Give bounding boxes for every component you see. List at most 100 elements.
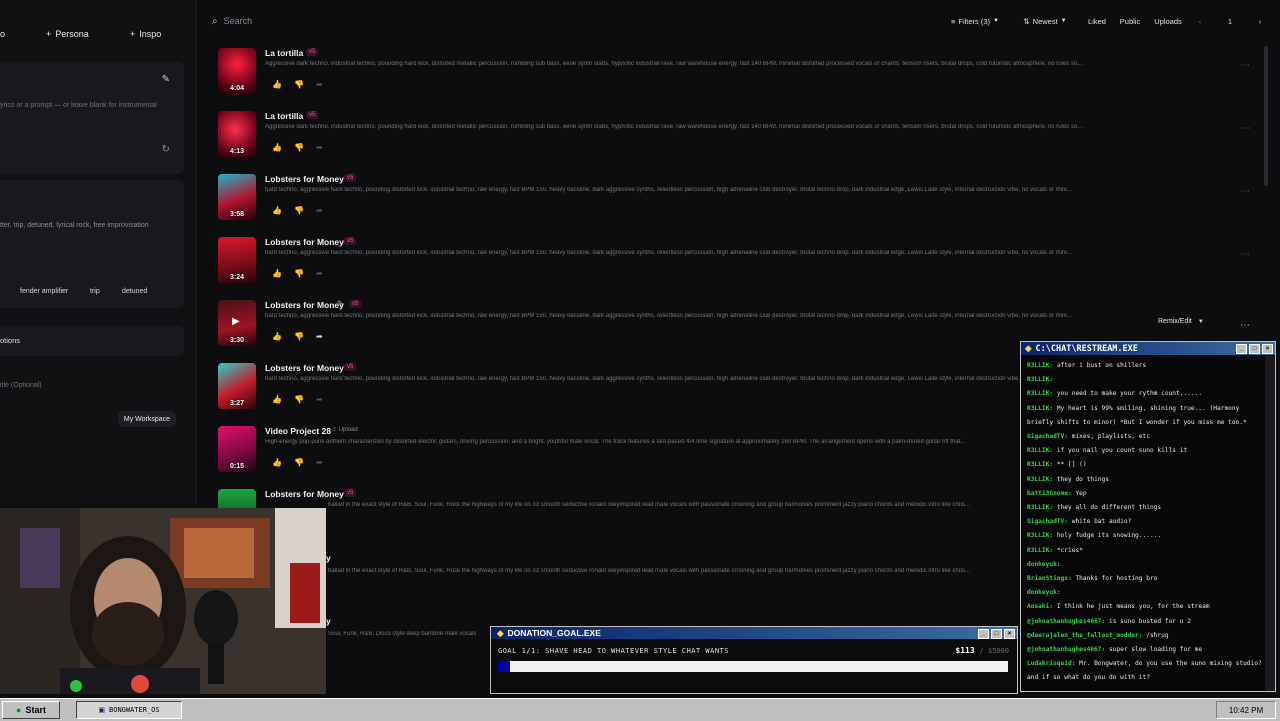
donation-title-bar[interactable]: ◆ DONATION_GOAL.EXE _ □ ×: [491, 627, 1017, 639]
chat-message: R3LLIK:: [1027, 373, 1261, 387]
workspace-select[interactable]: My Workspace: [118, 411, 176, 427]
song-title[interactable]: Video Project 28: [265, 426, 331, 436]
song-cover[interactable]: ▶ 3:30: [218, 300, 256, 346]
goal-progress-fill: [498, 661, 510, 672]
magic-wand-icon[interactable]: ✎: [162, 74, 170, 85]
thumbs-down-icon[interactable]: 👎: [294, 143, 304, 152]
thumbs-up-icon[interactable]: 👍: [272, 143, 282, 152]
minimize-icon[interactable]: _: [978, 629, 989, 639]
chat-username: R3LLIK:: [1027, 376, 1054, 384]
song-cover[interactable]: 3:24: [218, 237, 256, 283]
lyrics-input[interactable]: yrics or a prompt — or leave blank for i…: [0, 62, 184, 174]
song-title[interactable]: y: [326, 553, 331, 563]
more-options-icon[interactable]: ⋯: [1240, 320, 1250, 331]
more-options-icon[interactable]: ⋯: [1240, 123, 1250, 134]
public-filter[interactable]: Public: [1116, 13, 1144, 29]
more-options-icon[interactable]: ⋯: [1240, 60, 1250, 71]
chat-text: and if so what do you do with it?: [1027, 674, 1150, 682]
song-title[interactable]: Lobsters for Money: [265, 300, 344, 310]
share-icon[interactable]: ➦: [316, 395, 323, 404]
filters-button[interactable]: ≡ Filters (3) ▼: [946, 13, 1004, 29]
refresh-icon[interactable]: ↻: [162, 144, 170, 155]
chip-label: trip: [90, 287, 100, 295]
clock-label: 10:42 PM: [1228, 705, 1264, 715]
song-row[interactable]: 4:04 La tortilla v5 Aggressive dark tech…: [218, 46, 1258, 102]
song-title[interactable]: Lobsters for Money: [265, 363, 344, 373]
thumbs-down-icon[interactable]: 👎: [294, 395, 304, 404]
thumbs-up-icon[interactable]: 👍: [272, 80, 282, 89]
mode-tab-truncated[interactable]: o: [0, 26, 5, 42]
sort-dropdown[interactable]: ⇅ Newest ▼: [1018, 13, 1072, 29]
song-cover[interactable]: 4:04: [218, 48, 256, 94]
song-title[interactable]: La tortilla: [265, 111, 303, 121]
persona-button[interactable]: + Persona: [46, 26, 89, 42]
thumbs-down-icon[interactable]: 👎: [294, 332, 304, 341]
thumbs-up-icon[interactable]: 👍: [272, 332, 282, 341]
share-icon[interactable]: ➦: [316, 206, 323, 215]
thumbs-up-icon[interactable]: 👍: [272, 458, 282, 467]
edit-pencil-icon[interactable]: ✎: [337, 299, 344, 308]
start-label: Start: [25, 705, 46, 715]
song-list-scrollbar[interactable]: [1264, 46, 1268, 186]
thumbs-up-icon[interactable]: 👍: [272, 395, 282, 404]
liked-filter[interactable]: Liked: [1084, 13, 1110, 29]
close-icon[interactable]: ×: [1004, 629, 1015, 639]
song-title[interactable]: La tortilla: [265, 48, 303, 58]
thumbs-up-icon[interactable]: 👍: [272, 206, 282, 215]
song-row[interactable]: 4:13 La tortilla v5 Aggressive dark tech…: [218, 109, 1258, 165]
thumbs-down-icon[interactable]: 👎: [294, 269, 304, 278]
prev-page-icon[interactable]: ‹: [1194, 13, 1206, 29]
more-options-icon[interactable]: ⋯: [1240, 249, 1250, 260]
search-input[interactable]: ⌕ Search: [212, 12, 732, 30]
play-icon[interactable]: ▶: [232, 316, 240, 327]
song-row[interactable]: 3:58 Lobsters for Money v5 hard techno, …: [218, 172, 1258, 228]
song-title[interactable]: y: [326, 616, 331, 626]
inspo-button[interactable]: + Inspo: [130, 26, 161, 42]
upload-badge-label: Upload: [338, 427, 358, 433]
remix-edit-label: Remix/Edit: [1158, 318, 1192, 325]
sort-label: Newest: [1032, 16, 1058, 26]
share-icon[interactable]: ➦: [316, 143, 323, 152]
version-badge: v5: [306, 111, 319, 119]
chat-title-bar[interactable]: ◆ C:\CHAT\RESTREAM.EXE _ □ ×: [1021, 342, 1275, 355]
taskbar-item[interactable]: ▣ BONGWATER_OS: [76, 701, 182, 719]
song-title[interactable]: Lobsters for Money: [265, 237, 344, 247]
remix-edit-button[interactable]: Remix/Edit ▼: [1158, 318, 1204, 325]
uploads-filter[interactable]: Uploads: [1150, 13, 1186, 29]
upload-badge: ⇧ Upload: [332, 427, 358, 433]
style-chip[interactable]: detuned: [116, 284, 153, 298]
share-icon[interactable]: ➦: [316, 80, 323, 89]
donation-title: DONATION_GOAL.EXE: [507, 628, 601, 638]
song-cover[interactable]: 3:27: [218, 363, 256, 409]
song-row[interactable]: 3:24 Lobsters for Money v5 hard techno, …: [218, 235, 1258, 291]
thumbs-down-icon[interactable]: 👎: [294, 206, 304, 215]
style-chip[interactable]: trip: [84, 284, 106, 298]
thumbs-up-icon[interactable]: 👍: [272, 269, 282, 278]
maximize-icon[interactable]: □: [991, 629, 1002, 639]
song-title[interactable]: Lobsters for Money: [265, 489, 344, 499]
song-cover[interactable]: 4:13: [218, 111, 256, 157]
chat-scrollbar[interactable]: [1265, 356, 1275, 691]
close-icon[interactable]: ×: [1262, 344, 1273, 354]
share-icon[interactable]: ➦: [316, 458, 323, 467]
song-cover[interactable]: 3:58: [218, 174, 256, 220]
share-icon[interactable]: ➦: [316, 269, 323, 278]
song-description: Aggressive dark techno, industrial techn…: [265, 124, 1083, 130]
share-icon[interactable]: ➦: [316, 332, 323, 341]
start-button[interactable]: ● Start: [2, 701, 60, 719]
chip-label: detuned: [122, 287, 148, 295]
title-input[interactable]: itle (Optional): [0, 382, 42, 389]
song-cover[interactable]: 0:15: [218, 426, 256, 472]
song-title[interactable]: Lobsters for Money: [265, 174, 344, 184]
minimize-icon[interactable]: _: [1236, 344, 1247, 354]
chat-message: R3LLIK: if you nail you count suno kills…: [1027, 444, 1261, 458]
maximize-icon[interactable]: □: [1249, 344, 1260, 354]
next-page-icon[interactable]: ›: [1254, 13, 1266, 29]
song-duration: 3:30: [229, 337, 244, 344]
thumbs-down-icon[interactable]: 👎: [294, 458, 304, 467]
more-options-toggle[interactable]: otions: [0, 326, 184, 356]
chat-text: Thanks for hosting bro: [1075, 575, 1158, 583]
thumbs-down-icon[interactable]: 👎: [294, 80, 304, 89]
style-chip[interactable]: fender amplifier: [14, 284, 74, 298]
more-options-icon[interactable]: ⋯: [1240, 186, 1250, 197]
